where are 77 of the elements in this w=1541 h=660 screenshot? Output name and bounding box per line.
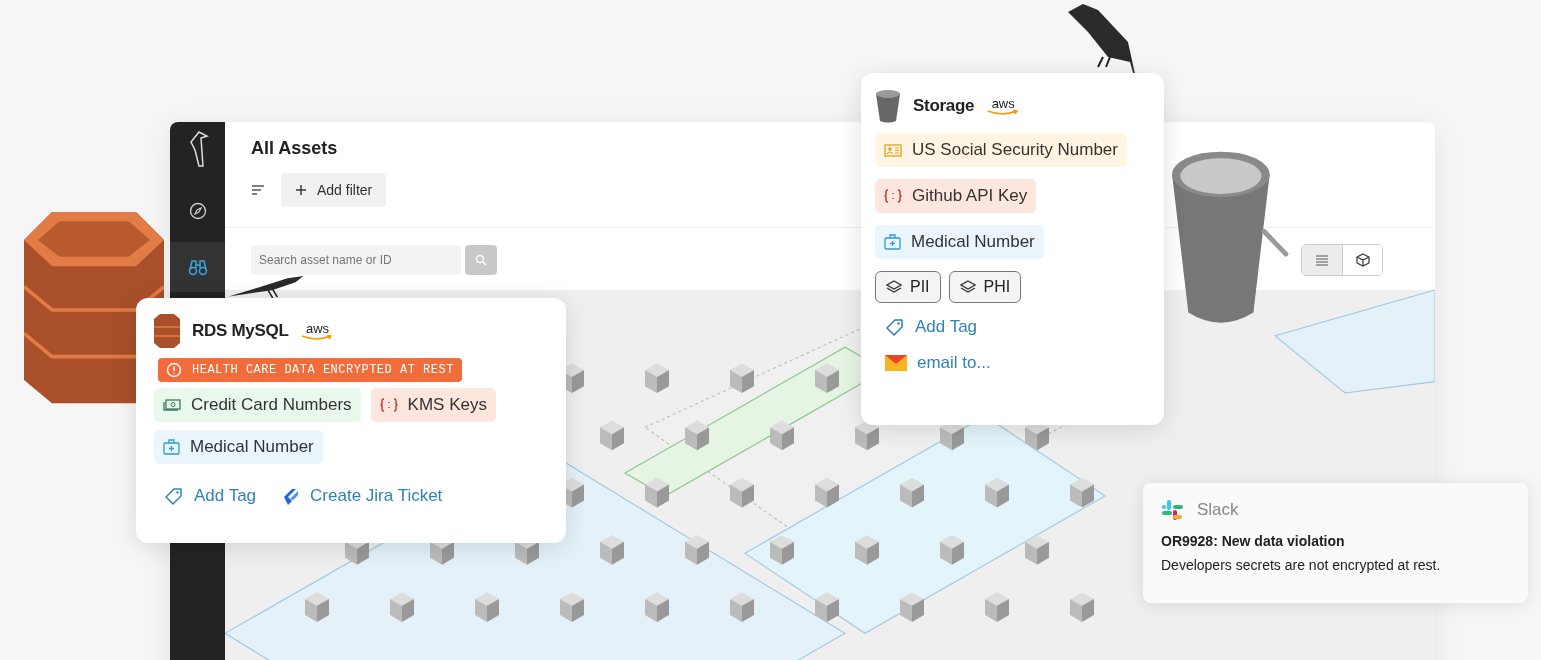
tag-label: Medical Number xyxy=(911,232,1035,252)
cube-drawing xyxy=(560,592,584,622)
cube-drawing xyxy=(815,592,839,622)
cube-drawing xyxy=(770,534,794,565)
tag-label: KMS Keys xyxy=(407,395,487,415)
tag-icon xyxy=(164,486,184,506)
hash-logo-icon xyxy=(1161,499,1183,521)
cube-drawing xyxy=(730,592,754,622)
cube-drawing xyxy=(985,477,1009,508)
alert-text: HEALTH CARE DATA ENCRYPTED AT REST xyxy=(192,363,454,377)
cube-drawing xyxy=(855,420,879,451)
cube-view-button[interactable] xyxy=(1342,245,1382,275)
tag-label: Github API Key xyxy=(912,186,1028,206)
cube-drawing xyxy=(770,420,794,451)
binoculars-icon xyxy=(187,258,208,276)
binoculars-nav-button[interactable] xyxy=(170,242,225,292)
tag-icon xyxy=(885,317,905,337)
notification-message: Developers secrets are not encrypted at rest. xyxy=(1161,557,1442,573)
sort-icon[interactable] xyxy=(251,185,265,195)
list-icon xyxy=(1315,254,1329,266)
label-text: PII xyxy=(910,278,930,296)
cube-drawing xyxy=(940,534,964,565)
action-link[interactable]: Create Jira Ticket xyxy=(282,486,443,506)
app-name: Slack xyxy=(1197,500,1239,520)
braces-icon xyxy=(884,189,902,203)
cube-drawing xyxy=(985,592,1009,622)
cube-drawing xyxy=(1070,477,1094,508)
provider-logo: aws xyxy=(986,96,1021,116)
cube-drawing xyxy=(685,420,709,451)
asset-name: RDS MySQL xyxy=(192,321,289,341)
provider-logo: aws xyxy=(300,321,335,341)
cube-icon xyxy=(1355,253,1370,267)
cube-drawing xyxy=(600,534,624,565)
cube-drawing xyxy=(685,534,709,565)
layers-icon xyxy=(959,280,976,294)
cube-drawing xyxy=(645,363,669,393)
cube-drawing xyxy=(390,592,414,622)
action-link[interactable]: Add Tag xyxy=(885,317,1150,337)
cash-icon xyxy=(163,399,181,411)
cube-drawing xyxy=(815,477,839,508)
tag-label: Medical Number xyxy=(190,437,314,457)
search-icon xyxy=(475,254,487,266)
cube-drawing xyxy=(600,420,624,451)
cube-drawing xyxy=(815,363,839,393)
cube-drawing xyxy=(305,592,329,622)
braces-icon xyxy=(379,398,398,412)
notification-title: OR9928: New data violation xyxy=(1161,533,1346,549)
medical-kit-icon xyxy=(884,234,901,250)
cube-drawing xyxy=(1025,534,1049,565)
page-title: All Assets xyxy=(251,138,338,159)
double-chevron-icon xyxy=(282,487,301,505)
cube-drawing xyxy=(730,477,754,508)
medical-kit-icon xyxy=(163,439,180,455)
cube-drawing xyxy=(1070,592,1094,622)
asset-name: Storage xyxy=(913,96,975,116)
bucket-icon xyxy=(875,89,901,123)
cube-drawing xyxy=(645,592,669,622)
cube-drawing xyxy=(475,592,499,622)
database-icon xyxy=(154,314,180,348)
cube-drawing xyxy=(645,477,669,508)
cube-drawing xyxy=(900,477,924,508)
envelope-icon xyxy=(885,355,907,371)
plus-icon xyxy=(295,184,307,196)
compass-icon xyxy=(188,202,207,220)
action-link[interactable]: email to... xyxy=(885,353,1150,373)
add-filter-button[interactable]: Add filter xyxy=(281,173,387,207)
warning-icon xyxy=(166,362,182,378)
tag-label: Credit Card Numbers xyxy=(191,395,352,415)
search-field[interactable]: Search asset name or ID xyxy=(251,245,461,275)
cube-drawing xyxy=(900,592,924,622)
layers-icon xyxy=(886,280,902,294)
action-link[interactable]: Add Tag xyxy=(164,486,257,506)
cube-drawing xyxy=(855,534,879,565)
label-text: PHI xyxy=(983,278,1011,296)
cube-drawing xyxy=(730,363,754,393)
id-card-icon xyxy=(884,143,902,157)
tag-label: US Social Security Number xyxy=(912,140,1118,160)
